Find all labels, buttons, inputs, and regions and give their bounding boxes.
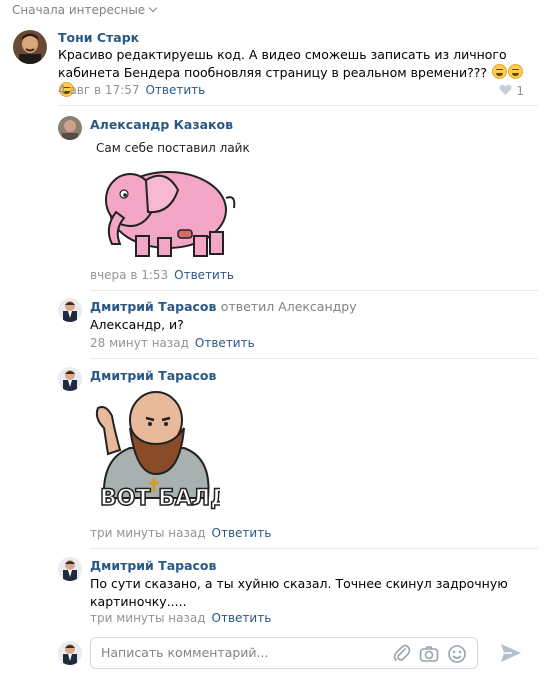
comment-meta: 28 минут назад Ответить [90,336,255,350]
smiley-icon[interactable] [447,644,467,664]
replied-to[interactable]: ответил Александру [221,299,357,314]
comment-meta: вчера в 1:53 Ответить [90,268,234,282]
comment-date[interactable]: 4 авг в 17:57 [58,83,139,97]
sort-label: Сначала интересные [12,3,146,17]
comment-text: Александр, и? [90,317,184,332]
paperclip-icon[interactable] [393,644,411,664]
sticker-image: ВОТ БАЛДА [90,388,248,513]
reply-button[interactable]: Ответить [212,526,272,540]
comment-author[interactable]: Тони Старк [58,30,139,45]
comment-author-name[interactable]: Дмитрий Тарасов [90,299,216,314]
comment-input[interactable] [101,645,391,660]
comment-date[interactable]: три минуты назад [90,526,206,540]
comment-text-line: картиночку..... [90,594,187,609]
avatar[interactable] [13,30,47,64]
comment-date[interactable]: вчера в 1:53 [90,268,168,282]
avatar[interactable] [58,116,82,140]
reply-button[interactable]: Ответить [145,83,205,97]
heart-icon [499,84,512,95]
comment-author[interactable]: Дмитрий Тарасов ответил Александру [90,299,357,314]
reply-button[interactable]: Ответить [174,268,234,282]
sticker-caption: ВОТ БАЛДА [100,486,220,511]
avatar [58,641,82,665]
divider [90,290,538,291]
divider [90,358,538,359]
like-count: 1 [516,84,524,98]
comment-meta: 4 авг в 17:57 Ответить [58,83,205,97]
avatar[interactable] [58,367,82,391]
send-icon[interactable] [500,643,522,663]
divider [90,548,538,549]
reply-button[interactable]: Ответить [195,336,255,350]
divider [58,105,538,106]
sticker-image: Сам себе поставил лайк [90,138,265,263]
avatar[interactable] [58,557,82,581]
comment-author[interactable]: Александр Казаков [90,117,233,132]
comment-date[interactable]: три минуты назад [90,611,206,625]
sort-dropdown[interactable]: Сначала интересные [12,3,158,17]
laughing-emoji-icon [507,64,523,79]
reply-button[interactable]: Ответить [212,611,272,625]
comment-author[interactable]: Дмитрий Тарасов [90,558,216,573]
comment-author[interactable]: Дмитрий Тарасов [90,368,216,383]
comment-text: По сути сказано, а ты хуйню сказал. Точн… [90,575,530,611]
comment-date[interactable]: 28 минут назад [90,336,189,350]
camera-icon[interactable] [419,644,439,664]
like-button[interactable]: 1 [499,84,524,98]
comment-text-line: По сути сказано, а ты хуйню сказал. Точн… [90,576,508,591]
laughing-emoji-icon [491,64,507,79]
avatar[interactable] [58,298,82,322]
comment-meta: три минуты назад Ответить [90,526,271,540]
chevron-down-icon [148,3,158,13]
comment-composer [90,637,478,669]
comment-text-line: Красиво редактируешь код. А видео сможеш… [58,47,507,62]
comment-meta: три минуты назад Ответить [90,611,271,625]
